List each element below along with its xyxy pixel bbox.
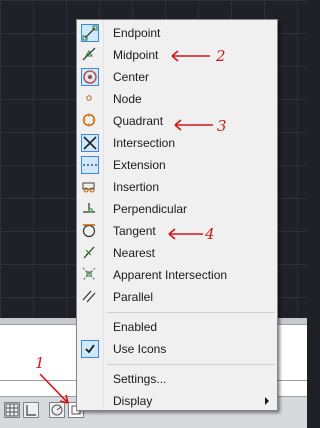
menu-item-enabled[interactable]: Enabled: [78, 316, 277, 338]
annotation-arrow-2: [171, 50, 210, 62]
perpendicular-snap-icon: [81, 200, 99, 218]
menu-item-label: Midpoint: [113, 48, 159, 62]
menu-item-extension[interactable]: Extension: [78, 154, 277, 176]
menu-item-label: Perpendicular: [113, 202, 188, 216]
menu-item-center[interactable]: Center: [78, 66, 277, 88]
menu-item-display[interactable]: Display: [78, 390, 277, 412]
menu-item-endpoint[interactable]: Endpoint: [78, 22, 277, 44]
annotation-number-3: 3: [217, 117, 227, 135]
center-snap-icon: [81, 68, 99, 86]
menu-item-label: Enabled: [113, 320, 158, 334]
grid-icon: [5, 403, 19, 417]
menu-item-label: Use Icons: [113, 342, 167, 356]
menu-item-parallel[interactable]: Parallel: [78, 286, 277, 308]
menu-item-label: Intersection: [113, 136, 176, 150]
submenu-arrow-icon: [265, 397, 269, 405]
annotation-number-4: 4: [205, 225, 215, 243]
menu-item-label: Insertion: [113, 180, 160, 194]
menu-item-label: Node: [113, 92, 142, 106]
annotation-number-2: 2: [216, 47, 226, 65]
parallel-snap-icon: [81, 288, 99, 306]
menu-item-nearest[interactable]: Nearest: [78, 242, 277, 264]
intersection-snap-icon: [81, 134, 99, 152]
tangent-snap-icon: [81, 222, 99, 240]
menu-item-insertion[interactable]: Insertion: [78, 176, 277, 198]
menu-item-intersection[interactable]: Intersection: [78, 132, 277, 154]
menu-item-node[interactable]: Node: [78, 88, 277, 110]
nearest-snap-icon: [81, 244, 99, 262]
endpoint-snap-icon: [81, 24, 99, 42]
menu-item-label: Parallel: [113, 290, 154, 304]
annotation-arrow-3: [174, 119, 213, 131]
insertion-snap-icon: [81, 178, 99, 196]
menu-item-label: Tangent: [113, 224, 156, 238]
object-snap-context-menu: Endpoint Midpoint Center Node Quadrant I…: [76, 19, 278, 411]
quadrant-snap-icon: [81, 112, 99, 130]
menu-item-label: Endpoint: [113, 26, 161, 40]
annotation-arrow-4: [168, 228, 203, 240]
menu-item-apparent-intersection[interactable]: Apparent Intersection: [78, 264, 277, 286]
menu-separator: [107, 364, 275, 365]
menu-item-settings[interactable]: Settings...: [78, 368, 277, 390]
menu-item-label: Nearest: [113, 246, 156, 260]
menu-separator: [107, 312, 275, 313]
menu-item-label: Extension: [113, 158, 166, 172]
extension-snap-icon: [81, 156, 99, 174]
menu-item-label: Center: [113, 70, 150, 84]
menu-item-label: Quadrant: [113, 114, 164, 128]
midpoint-snap-icon: [81, 46, 99, 64]
apparent-intersection-snap-icon: [81, 266, 99, 284]
menu-item-perpendicular[interactable]: Perpendicular: [78, 198, 277, 220]
menu-item-label: Settings...: [113, 372, 167, 386]
menu-item-use-icons[interactable]: Use Icons: [78, 338, 277, 360]
menu-item-label: Display: [113, 394, 153, 408]
annotation-arrow-1: [39, 373, 69, 404]
menu-item-label: Apparent Intersection: [113, 268, 228, 282]
checkmark-icon: [81, 340, 99, 358]
node-snap-icon: [81, 90, 99, 108]
grid-toggle-button[interactable]: [4, 402, 20, 418]
